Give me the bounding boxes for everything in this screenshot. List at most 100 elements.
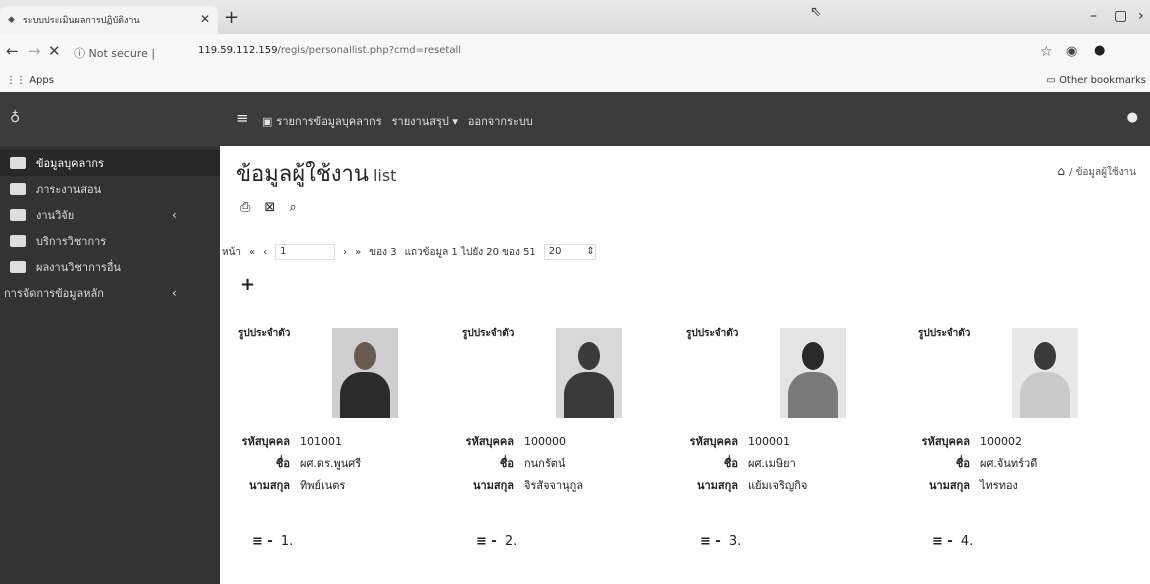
- select-arrows-icon: ⇕: [586, 246, 595, 257]
- page-number-input[interactable]: 1: [275, 244, 336, 260]
- menu-toggle-icon[interactable]: ≡: [236, 109, 249, 127]
- page-title-suffix: list: [372, 166, 397, 185]
- action-menu-icon[interactable]: ≡ -: [252, 534, 273, 549]
- page-favicon-icon: ◆: [8, 15, 15, 25]
- last-name-row: นามสกุล แย้มเจริญกิจ: [678, 476, 807, 494]
- chevron-left-icon: ‹: [172, 286, 177, 300]
- profile-icon[interactable]: ●: [1094, 43, 1105, 58]
- search-icon[interactable]: ⌕: [289, 200, 296, 215]
- folder-icon: ▭: [1046, 75, 1056, 86]
- topnav-personnel-label: รายการข้อมูลบุคลากร: [276, 115, 382, 128]
- sidebar-item-academic-service[interactable]: บริการวิชาการ: [0, 228, 220, 254]
- action-menu-icon[interactable]: ≡ -: [932, 534, 953, 549]
- first-name-value: ผศ.จันทร์วดี: [980, 457, 1038, 470]
- code-row: รหัสบุคคล 101001: [230, 432, 342, 450]
- code-label: รหัสบุคคล: [241, 435, 290, 448]
- person-card: รูปประจำตัว รหัสบุคคล 100002 ชื่อ ผศ.จันทร…: [906, 322, 1116, 572]
- card-actions: ≡ - 3.: [700, 534, 741, 549]
- id-card-icon: ▣: [262, 115, 273, 128]
- sidebar-item-research[interactable]: งานวิจัย ‹: [0, 202, 220, 228]
- per-page-select[interactable]: 20 ⇕: [543, 244, 596, 260]
- card-actions: ≡ - 4.: [932, 534, 973, 549]
- profile-photo: [780, 328, 846, 418]
- last-page-icon[interactable]: »: [355, 247, 361, 258]
- first-name-label: ชื่อ: [275, 457, 290, 470]
- apps-shortcut[interactable]: ⋮⋮ Apps: [6, 75, 54, 86]
- photo-label: รูปประจำตัว: [686, 328, 739, 339]
- profile-photo: [332, 328, 398, 418]
- action-menu-icon[interactable]: ≡ -: [476, 534, 497, 549]
- browser-tab[interactable]: ◆ ระบบประเมินผลการปฏิบัติงาน ✕: [0, 6, 218, 34]
- topnav-personnel-list[interactable]: ▣ รายการข้อมูลบุคลากร: [262, 112, 382, 130]
- pager-records: แถวข้อมูล 1 ไปยัง 20 ของ 51: [404, 246, 536, 258]
- code-value: 100001: [748, 435, 790, 448]
- person-card: รูปประจำตัว รหัสบุคคล 100000 ชื่อ กนกรัตน์…: [450, 322, 660, 572]
- apps-label: Apps: [29, 75, 54, 86]
- other-bookmarks[interactable]: ▭ Other bookmarks: [1046, 75, 1146, 86]
- topnav-summary-report[interactable]: รายงานสรุป ▾: [392, 112, 458, 130]
- home-icon[interactable]: ⌂: [1057, 164, 1065, 178]
- add-record-button[interactable]: +: [240, 274, 255, 295]
- other-bookmarks-label: Other bookmarks: [1059, 75, 1146, 86]
- last-name-value: จิรสัจจานุกูล: [524, 479, 584, 492]
- minimize-icon[interactable]: –: [1090, 8, 1097, 24]
- extension-icon[interactable]: ◉: [1066, 44, 1077, 59]
- sidebar-item-teaching-load[interactable]: ภาระงานสอน: [0, 176, 220, 202]
- last-name-row: นามสกุล ทิพย์เนตร: [230, 476, 345, 494]
- id-card-icon: [10, 157, 26, 169]
- security-indicator[interactable]: ⓘ Not secure |: [74, 45, 155, 61]
- sidebar-item-master-data[interactable]: การจัดการข้อมูลหลัก ‹: [0, 280, 220, 306]
- profile-photo: [1012, 328, 1078, 418]
- new-tab-icon[interactable]: +: [224, 7, 239, 28]
- back-icon[interactable]: ←: [6, 42, 19, 60]
- code-value: 101001: [300, 435, 342, 448]
- sidebar-item-other-works[interactable]: ผลงานวิชาการอื่น: [0, 254, 220, 280]
- bookmarks-bar: ⋮⋮ Apps ▭ Other bookmarks: [0, 72, 1150, 93]
- apps-grid-icon: ⋮⋮: [6, 75, 26, 86]
- forward-icon[interactable]: →: [28, 42, 41, 60]
- print-icon[interactable]: ⎙: [240, 200, 250, 215]
- user-account-icon[interactable]: ●: [1127, 110, 1138, 125]
- code-row: รหัสบุคคล 100002: [910, 432, 1022, 450]
- url-field[interactable]: 119.59.112.159/regis/personallist.php?cm…: [198, 45, 461, 56]
- stop-icon[interactable]: ✕: [48, 42, 61, 60]
- bookmark-star-icon[interactable]: ☆: [1040, 44, 1053, 60]
- last-name-label: นามสกุล: [248, 479, 290, 492]
- address-bar-row: ← → ✕ ⓘ Not secure | 119.59.112.159/regi…: [0, 34, 1150, 72]
- first-name-value: ผศ.เมษิยา: [748, 457, 796, 470]
- pager: หน้า « ‹ 1 › » ของ 3 แถวข้อมูล 1 ไปยัง 2…: [222, 244, 596, 260]
- sidebar-item-label: บริการวิชาการ: [36, 235, 107, 248]
- tab-close-icon[interactable]: ✕: [200, 12, 210, 26]
- last-name-value: แย้มเจริญกิจ: [748, 479, 808, 492]
- last-name-value: ไทรทอง: [980, 479, 1018, 492]
- prev-page-icon[interactable]: ‹: [263, 247, 267, 258]
- first-name-label: ชื่อ: [955, 457, 970, 470]
- card-index: 4.: [960, 534, 974, 549]
- list-icon: [10, 235, 26, 247]
- sidebar-item-label: ข้อมูลบุคลากร: [36, 157, 104, 170]
- photo-label: รูปประจำตัว: [918, 328, 971, 339]
- export-excel-icon[interactable]: ⊠: [264, 200, 275, 215]
- card-index: 1.: [280, 534, 294, 549]
- close-window-icon[interactable]: ›: [1138, 8, 1144, 24]
- next-page-icon[interactable]: ›: [343, 247, 347, 258]
- first-name-label: ชื่อ: [723, 457, 738, 470]
- pager-page-label: หน้า: [222, 246, 242, 258]
- first-name-label: ชื่อ: [499, 457, 514, 470]
- code-row: รหัสบุคคล 100000: [454, 432, 566, 450]
- first-page-icon[interactable]: «: [249, 247, 255, 258]
- action-menu-icon[interactable]: ≡ -: [700, 534, 721, 549]
- breadcrumb: ⌂ / ข้อมูลผู้ใช้งาน: [1057, 164, 1136, 178]
- not-secure-label: Not secure: [88, 47, 148, 60]
- card-index: 2.: [504, 534, 518, 549]
- card-actions: ≡ - 1.: [252, 534, 293, 549]
- profile-photo: [556, 328, 622, 418]
- last-name-label: นามสกุล: [696, 479, 738, 492]
- browser-tab-strip: ◆ ระบบประเมินผลการปฏิบัติงาน ✕ + ⇖ – ▢ ›: [0, 0, 1150, 34]
- list-icon: [10, 261, 26, 273]
- maximize-icon[interactable]: ▢: [1114, 8, 1127, 24]
- sidebar: ข้อมูลบุคลากร ภาระงานสอน งานวิจัย ‹ บริก…: [0, 146, 220, 584]
- sidebar-item-personnel[interactable]: ข้อมูลบุคลากร: [0, 150, 220, 176]
- topnav-logout[interactable]: ออกจากระบบ: [468, 112, 533, 130]
- mouse-cursor-icon: ⇖: [810, 4, 822, 20]
